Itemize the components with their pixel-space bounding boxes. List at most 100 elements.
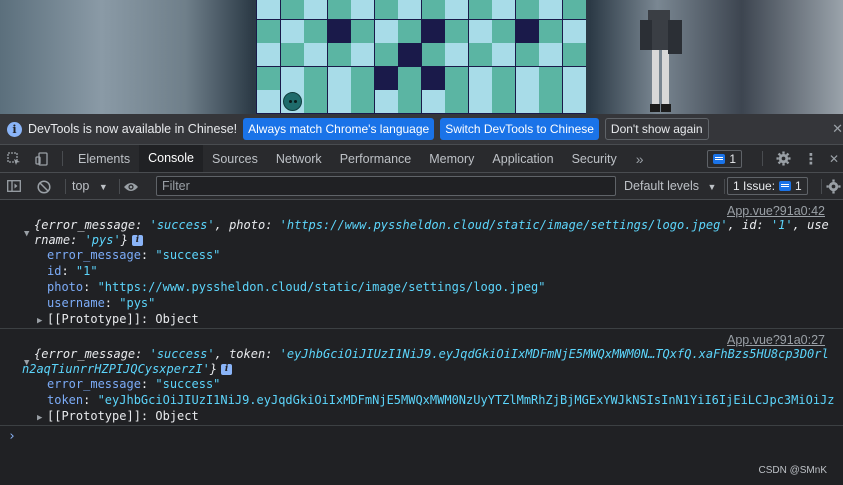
- kebab-menu-icon[interactable]: ⋮: [797, 145, 825, 172]
- issues-badge[interactable]: 1 Issue: 1: [727, 177, 808, 195]
- gear-icon[interactable]: [769, 145, 797, 172]
- context-selector[interactable]: top ▼: [72, 179, 108, 193]
- board-cell: [257, 0, 280, 19]
- divider: [821, 179, 822, 194]
- source-link[interactable]: App.vue?91a0:27: [727, 333, 825, 347]
- summary-value: 'https://www.pyssheldon.cloud/static/ima…: [279, 218, 728, 232]
- prototype-value: Object: [155, 409, 199, 423]
- divider: [65, 179, 66, 194]
- device-toolbar-icon[interactable]: [28, 145, 56, 172]
- expand-triangle-icon[interactable]: ▶: [37, 314, 47, 329]
- close-icon[interactable]: ✕: [832, 121, 843, 137]
- more-tabs-icon[interactable]: »: [626, 145, 654, 172]
- board-cell: [280, 66, 304, 90]
- prototype-row[interactable]: ▶ [[Prototype]]: Object: [37, 312, 199, 329]
- summary-text: {error_message:: [34, 218, 150, 232]
- close-devtools-icon[interactable]: ✕: [825, 145, 843, 172]
- message-count: 1: [729, 151, 736, 166]
- board-cell: [327, 43, 351, 66]
- board-cell: [327, 19, 351, 43]
- tab-performance[interactable]: Performance: [331, 145, 421, 172]
- game-board[interactable]: [256, 0, 586, 114]
- board-cell: [492, 66, 515, 90]
- issues-label: 1 Issue:: [733, 179, 776, 193]
- object-summary[interactable]: {error_message: 'success', token: 'eyJhb…: [34, 347, 829, 362]
- board-cell: [421, 43, 445, 66]
- property-value: "success": [155, 377, 221, 391]
- board-cell: [539, 0, 562, 19]
- sidebar-toggle-icon[interactable]: [0, 180, 28, 192]
- board-cell: [304, 66, 327, 90]
- board-cell: [374, 19, 398, 43]
- board-cell: [562, 90, 586, 113]
- board-cell: [304, 19, 327, 43]
- summary-text: , id:: [727, 218, 771, 232]
- board-cell: [445, 43, 468, 66]
- board-cell: [374, 66, 398, 90]
- info-icon[interactable]: i: [221, 364, 233, 375]
- property-row: token: "eyJhbGciOiJIUzI1NiJ9.eyJqdGkiOiI…: [47, 393, 835, 407]
- dont-show-again-button[interactable]: Don't show again: [604, 118, 709, 140]
- board-cell: [445, 90, 468, 113]
- tab-network[interactable]: Network: [267, 145, 331, 172]
- console-prompt[interactable]: ›: [8, 429, 16, 444]
- tab-sources[interactable]: Sources: [203, 145, 267, 172]
- console-settings-icon[interactable]: [826, 173, 843, 200]
- board-cell: [539, 90, 562, 113]
- property-value: "success": [155, 248, 221, 262]
- board-cell: [304, 43, 327, 66]
- switch-to-chinese-button[interactable]: Switch DevTools to Chinese: [440, 118, 599, 140]
- filter-input[interactable]: Filter: [156, 176, 616, 196]
- chevron-down-icon: ▼: [707, 182, 717, 192]
- clear-console-icon[interactable]: [30, 173, 58, 200]
- divider: [762, 151, 763, 166]
- object-summary[interactable]: {error_message: 'success', photo: 'https…: [34, 218, 829, 233]
- board-cell: [515, 66, 539, 90]
- property-key: token: [47, 393, 84, 407]
- tab-security[interactable]: Security: [563, 145, 626, 172]
- tab-application[interactable]: Application: [483, 145, 562, 172]
- board-cell: [492, 0, 515, 19]
- board-cell: [468, 43, 492, 66]
- property-key: error_message: [47, 248, 141, 262]
- tab-console[interactable]: Console: [139, 145, 203, 172]
- board-cell: [257, 19, 280, 43]
- divider: [724, 179, 725, 194]
- board-cell: [468, 66, 492, 90]
- source-link[interactable]: App.vue?91a0:42: [727, 204, 825, 218]
- summary-value: '1': [770, 218, 793, 232]
- board-cell: [257, 43, 280, 66]
- property-value: "pys": [119, 296, 156, 310]
- board-cell: [562, 43, 586, 66]
- issue-icon: [779, 181, 792, 191]
- prototype-label: [[Prototype]]: [47, 312, 141, 326]
- inspect-element-icon[interactable]: [0, 145, 28, 172]
- summary-text: rname:: [34, 233, 85, 247]
- console-message[interactable]: App.vue?91a0:27 {error_message: 'success…: [0, 329, 843, 426]
- summary-text: , token:: [214, 347, 280, 361]
- board-cell: [562, 66, 586, 90]
- board-cell: [304, 0, 327, 19]
- object-summary-wrap: rname: 'pys'} i: [34, 233, 143, 248]
- console-message[interactable]: App.vue?91a0:42 {error_message: 'success…: [0, 200, 843, 329]
- always-match-language-button[interactable]: Always match Chrome's language: [243, 118, 435, 140]
- eye-icon[interactable]: [117, 173, 145, 200]
- board-cell: [468, 19, 492, 43]
- expand-triangle-icon[interactable]: ▼: [24, 229, 34, 239]
- tab-memory[interactable]: Memory: [420, 145, 483, 172]
- property-value: "https://www.pyssheldon.cloud/static/ima…: [97, 280, 546, 294]
- summary-value: 'success': [149, 347, 215, 361]
- summary-value: n2aqTiunrrHZPIJQCysxperzI': [22, 362, 210, 376]
- info-icon[interactable]: i: [131, 235, 143, 246]
- prototype-row[interactable]: ▶ [[Prototype]]: Object: [37, 409, 199, 426]
- tab-elements[interactable]: Elements: [69, 145, 139, 172]
- page-viewport: [0, 0, 843, 114]
- board-cell: [280, 19, 304, 43]
- property-row: photo: "https://www.pyssheldon.cloud/sta…: [47, 280, 546, 294]
- expand-triangle-icon[interactable]: ▶: [37, 411, 47, 426]
- board-cell: [562, 19, 586, 43]
- log-levels-dropdown[interactable]: Default levels ▼: [624, 179, 716, 193]
- board-cell: [374, 43, 398, 66]
- messages-badge[interactable]: 1: [707, 149, 742, 168]
- board-cell: [327, 0, 351, 19]
